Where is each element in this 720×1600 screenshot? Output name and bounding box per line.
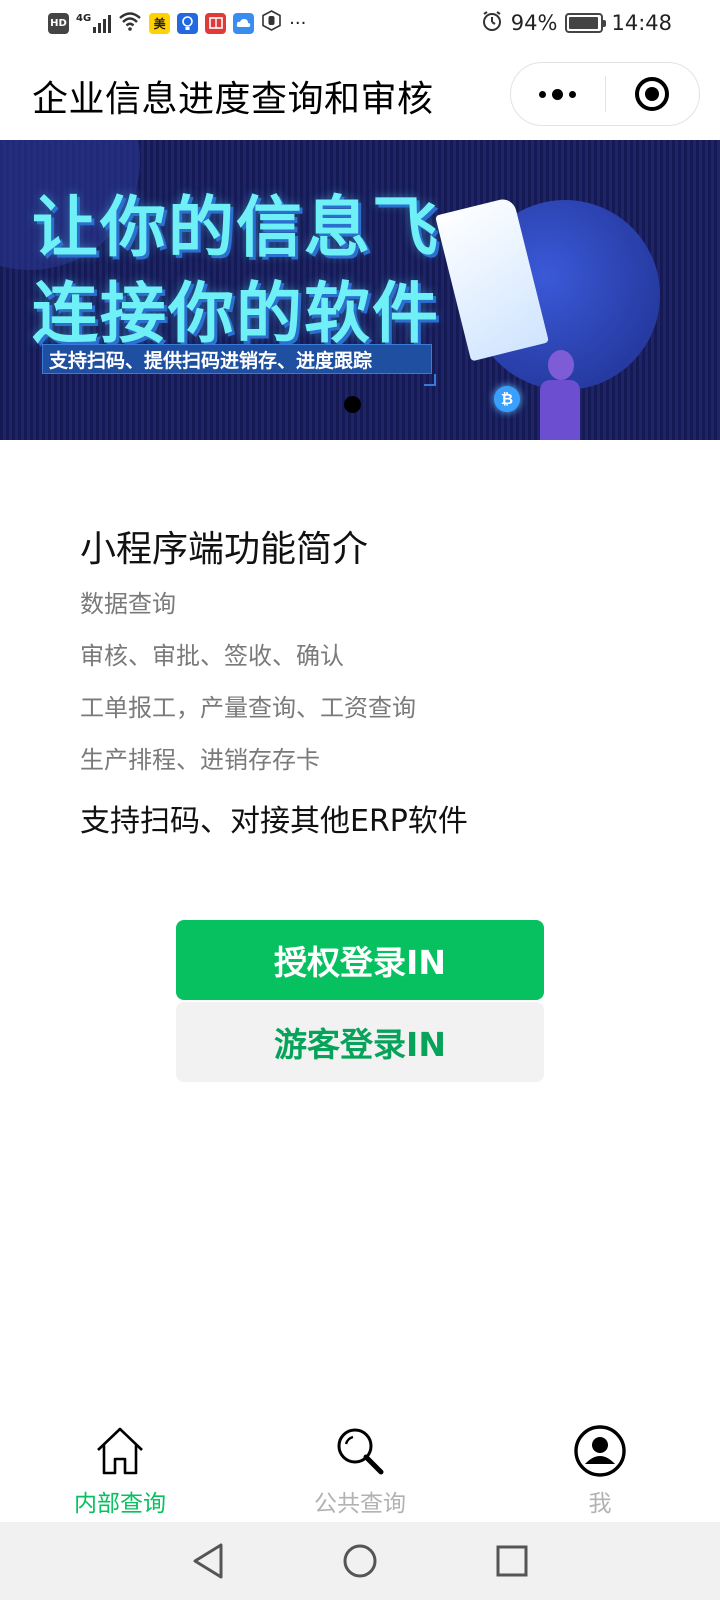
more-status-icon: ··· [289, 12, 307, 34]
person-illustration-head [548, 350, 574, 380]
intro-feature-line: 审核、审批、签收、确认 [80, 642, 344, 670]
status-icons-left: HD 4G 美 ··· [48, 10, 306, 36]
battery-icon [565, 13, 607, 33]
status-bar: HD 4G 美 ··· 94% 14:48 [0, 0, 720, 46]
hd-icon: HD [48, 12, 69, 34]
tab-label: 公共查询 [314, 1491, 406, 1517]
bitcoin-icon: ₿ [494, 386, 520, 412]
mini-program-header: 企业信息进度查询和审核 [0, 46, 720, 140]
home-button[interactable] [336, 1537, 384, 1585]
network-type-label: 4G [76, 13, 92, 24]
cloud-app-icon [233, 12, 255, 34]
banner-frame-corner [424, 374, 436, 386]
intro-feature-line: 工单报工，产量查询、工资查询 [80, 694, 416, 722]
tab-label: 我 [588, 1491, 612, 1517]
more-options-button[interactable] [511, 62, 605, 126]
user-icon [571, 1422, 629, 1480]
recents-button[interactable] [488, 1537, 536, 1585]
bottom-tab-bar: 内部查询 公共查询 我 [0, 1404, 720, 1522]
intro-feature-line: 数据查询 [80, 590, 176, 618]
intro-title: 小程序端功能简介 [80, 529, 369, 570]
banner-headline-line1: 让你的信息飞 [32, 189, 440, 266]
status-icons-right: 94% 14:48 [481, 10, 672, 37]
home-circle-icon [343, 1544, 377, 1578]
home-icon [91, 1422, 149, 1480]
back-button[interactable] [184, 1537, 232, 1585]
alarm-icon [481, 10, 503, 37]
target-close-icon [635, 77, 670, 111]
tab-internal-query[interactable]: 内部查询 [0, 1404, 240, 1522]
hand-icon [261, 10, 282, 36]
signal-icon: 4G [76, 13, 112, 33]
bulb-app-icon [177, 12, 199, 34]
book-app-icon [205, 12, 227, 34]
guest-login-button[interactable]: 游客登录IN [176, 1002, 544, 1082]
system-navigation-bar [0, 1522, 720, 1600]
tab-me[interactable]: 我 [480, 1404, 720, 1522]
close-mini-program-button[interactable] [606, 62, 700, 126]
tab-public-query[interactable]: 公共查询 [240, 1404, 480, 1522]
more-dots-icon [539, 88, 577, 100]
meituan-app-icon: 美 [149, 12, 171, 34]
clock-time: 14:48 [611, 11, 672, 35]
carousel-indicator-dot[interactable] [344, 396, 361, 413]
battery-level-fill [569, 17, 598, 29]
capsule-menu [510, 62, 700, 126]
auth-login-button[interactable]: 授权登录IN [176, 920, 544, 1000]
intro-feature-line: 生产排程、进销存存卡 [80, 746, 320, 774]
intro-highlight: 支持扫码、对接其他ERP软件 [80, 804, 468, 839]
person-illustration-body [540, 380, 580, 440]
wifi-icon [118, 11, 142, 36]
tab-label: 内部查询 [74, 1491, 166, 1517]
banner-tagline: 支持扫码、提供扫码进销存、进度跟踪 [42, 344, 432, 374]
search-icon [331, 1422, 389, 1480]
banner-headline-line2: 连接你的软件 [32, 275, 440, 352]
battery-percent: 94% [510, 11, 558, 35]
back-triangle-icon [193, 1543, 223, 1579]
recents-square-icon [496, 1545, 528, 1577]
promo-banner[interactable]: ₿ 让你的信息飞 连接你的软件 支持扫码、提供扫码进销存、进度跟踪 [0, 140, 720, 440]
page-title: 企业信息进度查询和审核 [32, 79, 434, 120]
